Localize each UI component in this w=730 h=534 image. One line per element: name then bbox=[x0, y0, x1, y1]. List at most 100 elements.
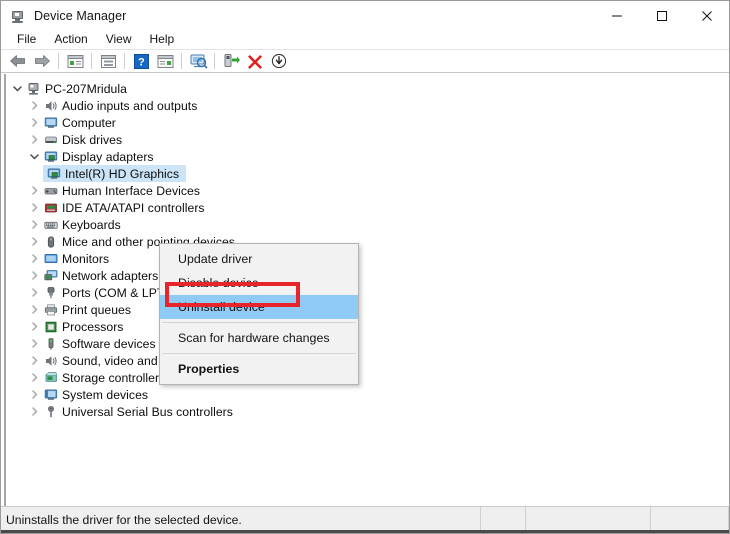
menu-action[interactable]: Action bbox=[45, 31, 96, 48]
chevron-right-icon[interactable] bbox=[26, 199, 42, 216]
chevron-right-icon[interactable] bbox=[26, 318, 42, 335]
tree-label: Human Interface Devices bbox=[60, 184, 200, 198]
tree-row-universal-serial-bus-controllers[interactable]: Universal Serial Bus controllers bbox=[9, 403, 709, 420]
minimize-icon bbox=[611, 10, 623, 22]
chevron-right-icon[interactable] bbox=[26, 267, 42, 284]
tree-label: Audio inputs and outputs bbox=[60, 99, 197, 113]
tree-label: Software devices bbox=[60, 337, 156, 351]
close-button[interactable] bbox=[684, 1, 729, 31]
context-menu-item-uninstall-device[interactable]: Uninstall device bbox=[160, 295, 358, 319]
tree-label-selected: Intel(R) HD Graphics bbox=[63, 167, 179, 181]
chevron-right-icon[interactable] bbox=[26, 301, 42, 318]
window-controls bbox=[594, 1, 729, 31]
tree-row-audio-inputs-and-outputs[interactable]: Audio inputs and outputs bbox=[9, 97, 709, 114]
tree-row-keyboards[interactable]: Keyboards bbox=[9, 216, 709, 233]
svg-text:?: ? bbox=[138, 56, 145, 68]
tree-row-print-queues[interactable]: Print queues bbox=[9, 301, 709, 318]
tree-row-system-devices[interactable]: System devices bbox=[9, 386, 709, 403]
tree-label: Ports (COM & LPT) bbox=[60, 286, 169, 300]
update-driver-button[interactable] bbox=[219, 50, 243, 72]
context-menu-item-disable-device[interactable]: Disable device bbox=[160, 271, 358, 295]
chevron-right-icon[interactable] bbox=[26, 352, 42, 369]
software-device-icon bbox=[42, 335, 60, 352]
maximize-button[interactable] bbox=[639, 1, 684, 31]
tree-row-processors[interactable]: Processors bbox=[9, 318, 709, 335]
chevron-right-icon[interactable] bbox=[26, 386, 42, 403]
tree-row-monitors[interactable]: Monitors bbox=[9, 250, 709, 267]
menu-help[interactable]: Help bbox=[141, 31, 184, 48]
tree-row-network-adapters[interactable]: Network adapters bbox=[9, 267, 709, 284]
context-menu[interactable]: Update driver Disable device Uninstall d… bbox=[159, 243, 359, 385]
tree-label: Disk drives bbox=[60, 133, 122, 147]
show-hide-action-pane-button[interactable] bbox=[153, 50, 177, 72]
tree-row-sound-video-and-game-controllers[interactable]: Sound, video and game controllers bbox=[9, 352, 709, 369]
device-tree: PC-207Mridula Audio inputs and outputs bbox=[9, 80, 709, 420]
show-hide-console-tree-button[interactable] bbox=[63, 50, 87, 72]
chevron-down-icon[interactable] bbox=[9, 80, 25, 97]
toolbar-separator-5 bbox=[214, 53, 215, 69]
chevron-right-icon[interactable] bbox=[26, 369, 42, 386]
computer-icon bbox=[25, 80, 43, 97]
context-menu-separator-2 bbox=[162, 353, 356, 354]
console-tree-icon bbox=[67, 54, 84, 69]
scan-hardware-icon bbox=[189, 53, 208, 69]
monitor-icon bbox=[42, 250, 60, 267]
uninstall-device-button[interactable] bbox=[243, 50, 267, 72]
close-icon bbox=[701, 10, 713, 22]
help-button[interactable]: ? bbox=[129, 50, 153, 72]
chevron-right-icon[interactable] bbox=[26, 335, 42, 352]
tree-label: Processors bbox=[60, 320, 123, 334]
tree-row-software-devices[interactable]: Software devices bbox=[9, 335, 709, 352]
context-menu-item-scan-for-hardware-changes[interactable]: Scan for hardware changes bbox=[160, 326, 358, 350]
chevron-right-icon[interactable] bbox=[26, 403, 42, 420]
disable-device-button[interactable] bbox=[267, 50, 291, 72]
tree-row-ide-ata-atapi-controllers[interactable]: IDE ATA/ATAPI controllers bbox=[9, 199, 709, 216]
chevron-right-icon[interactable] bbox=[26, 250, 42, 267]
speaker-icon bbox=[42, 352, 60, 369]
chevron-right-icon[interactable] bbox=[26, 233, 42, 250]
context-menu-item-properties[interactable]: Properties bbox=[160, 357, 358, 381]
properties-button[interactable] bbox=[96, 50, 120, 72]
tree-label: Monitors bbox=[60, 252, 109, 266]
ide-controller-icon bbox=[42, 199, 60, 216]
context-menu-item-update-driver[interactable]: Update driver bbox=[160, 247, 358, 271]
minimize-button[interactable] bbox=[594, 1, 639, 31]
chevron-right-icon[interactable] bbox=[26, 114, 42, 131]
tree-row-disk-drives[interactable]: Disk drives bbox=[9, 131, 709, 148]
forward-arrow-icon bbox=[33, 54, 51, 68]
chevron-right-icon[interactable] bbox=[26, 131, 42, 148]
tree-row-intel-hd-graphics[interactable]: Intel(R) HD Graphics bbox=[9, 165, 709, 182]
tree-row-storage-controllers[interactable]: Storage controllers bbox=[9, 369, 709, 386]
disk-drive-icon bbox=[42, 131, 60, 148]
back-arrow-icon bbox=[9, 54, 27, 68]
printer-icon bbox=[42, 301, 60, 318]
tree-row-mice-and-other-pointing-devices[interactable]: Mice and other pointing devices bbox=[9, 233, 709, 250]
back-button[interactable] bbox=[6, 50, 30, 72]
forward-button[interactable] bbox=[30, 50, 54, 72]
tree-label: Storage controllers bbox=[60, 371, 165, 385]
scan-for-hardware-changes-button[interactable] bbox=[186, 50, 210, 72]
system-device-icon bbox=[42, 386, 60, 403]
tree-row-human-interface-devices[interactable]: Human Interface Devices bbox=[9, 182, 709, 199]
chevron-down-icon[interactable] bbox=[26, 148, 42, 165]
chevron-right-icon[interactable] bbox=[26, 97, 42, 114]
tree-row-ports-com-and-lpt[interactable]: Ports (COM & LPT) bbox=[9, 284, 709, 301]
device-tree-pane[interactable]: PC-207Mridula Audio inputs and outputs bbox=[1, 74, 729, 507]
tree-row-display-adapters[interactable]: Display adapters bbox=[9, 148, 709, 165]
display-adapter-icon bbox=[42, 148, 60, 165]
red-x-icon bbox=[247, 53, 263, 69]
menu-file[interactable]: File bbox=[8, 31, 45, 48]
tree-row-root[interactable]: PC-207Mridula bbox=[9, 80, 709, 97]
device-manager-icon bbox=[10, 8, 26, 24]
tree-label: Universal Serial Bus controllers bbox=[60, 405, 233, 419]
action-pane-icon bbox=[157, 54, 174, 69]
chevron-right-icon[interactable] bbox=[26, 216, 42, 233]
speaker-icon bbox=[42, 97, 60, 114]
tree-row-computer[interactable]: Computer bbox=[9, 114, 709, 131]
chevron-right-icon[interactable] bbox=[26, 182, 42, 199]
maximize-icon bbox=[656, 10, 668, 22]
toolbar-separator-4 bbox=[181, 53, 182, 69]
monitor-icon bbox=[42, 114, 60, 131]
menu-view[interactable]: View bbox=[97, 31, 141, 48]
chevron-right-icon[interactable] bbox=[26, 284, 42, 301]
